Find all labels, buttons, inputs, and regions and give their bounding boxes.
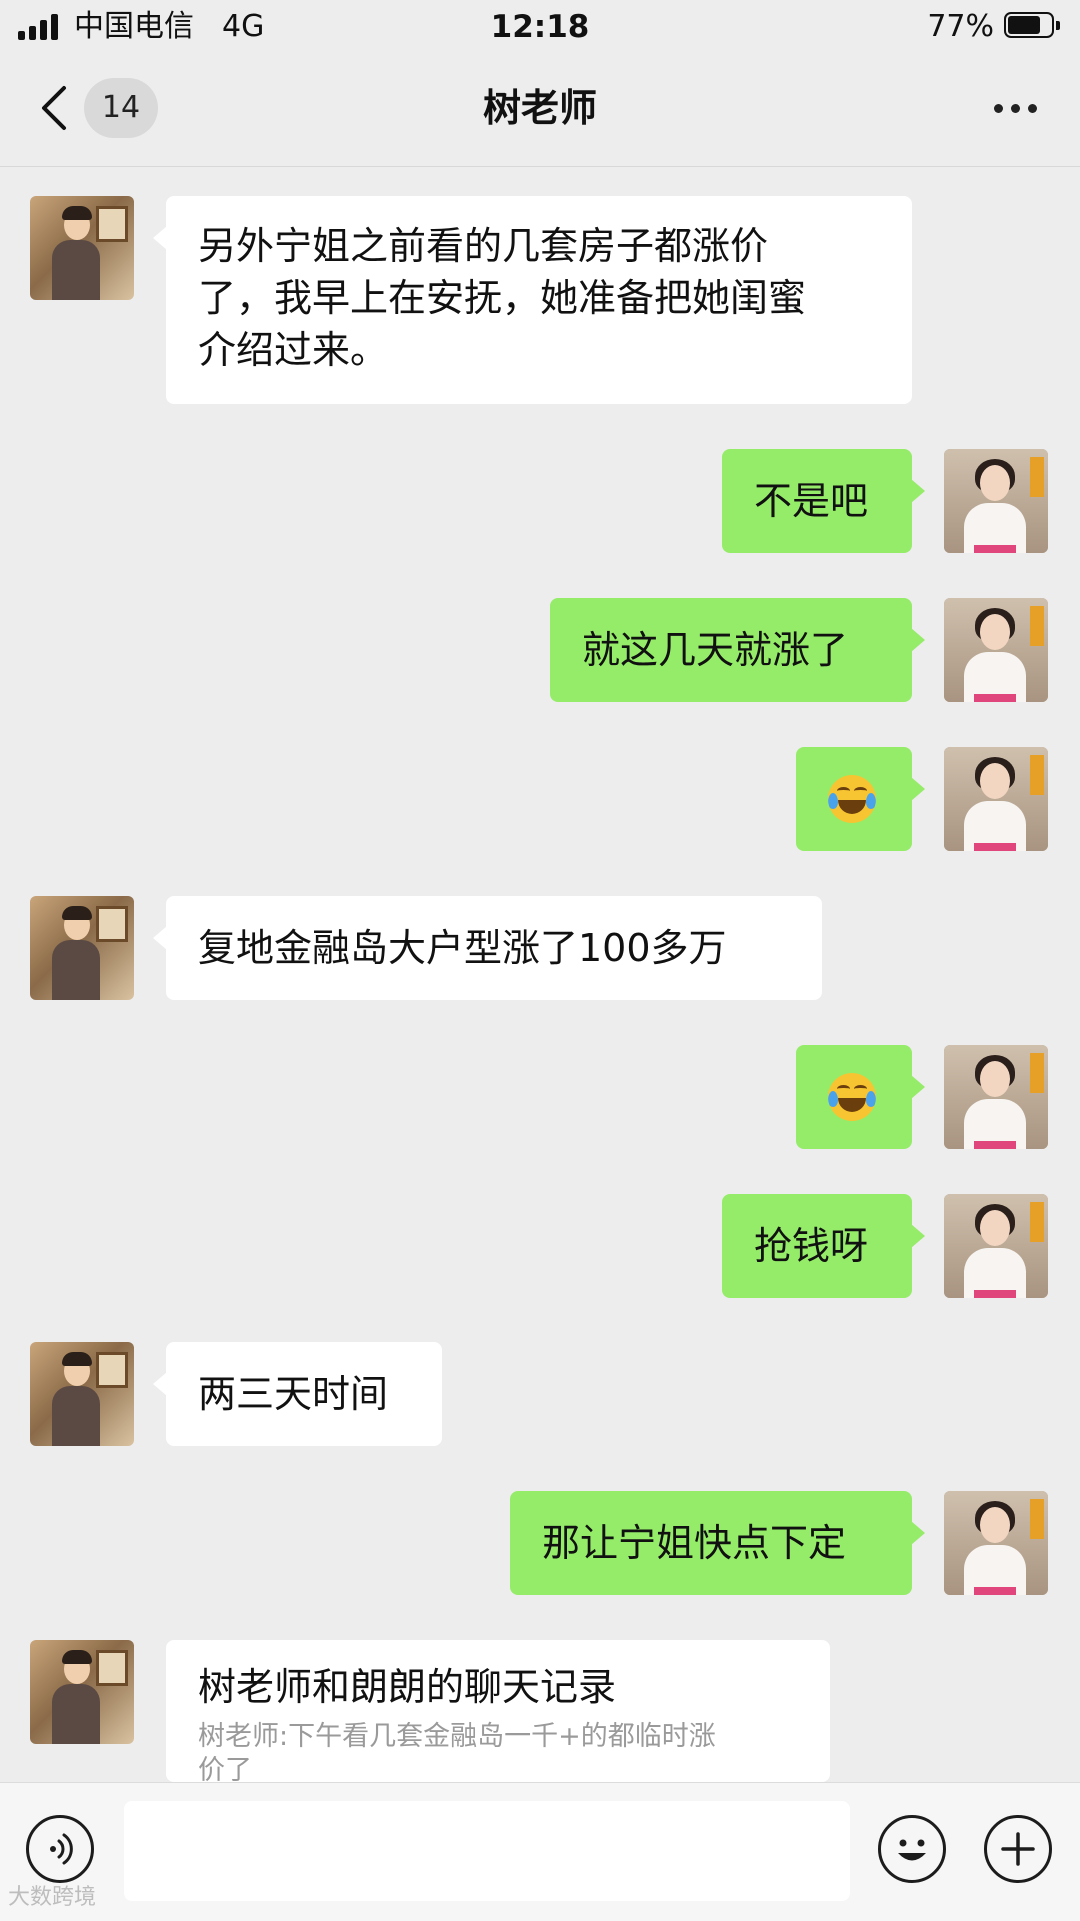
emoji-button[interactable] xyxy=(878,1815,946,1883)
message-bubble-sent-emoji[interactable] xyxy=(796,1045,925,1149)
message-bubble-sent-emoji[interactable] xyxy=(796,747,925,851)
my-avatar[interactable] xyxy=(944,747,1048,851)
status-bar: 中国电信 4G 12:18 77% xyxy=(0,0,1080,54)
voice-icon xyxy=(50,1833,73,1865)
more-functions-button[interactable] xyxy=(984,1815,1052,1883)
chat-record-preview: 树老师:下午看几套金融岛一千+的都临时涨 价了 xyxy=(198,1721,716,1782)
message-bubble-sent[interactable]: 那让宁姐快点下定 xyxy=(510,1491,925,1595)
my-avatar[interactable] xyxy=(944,1491,1048,1595)
battery-percent: 77% xyxy=(927,9,994,44)
chat-title: 树老师 xyxy=(482,86,597,130)
input-bar xyxy=(0,1782,1080,1921)
message-bubble-sent[interactable]: 抢钱呀 xyxy=(722,1194,925,1298)
message-input[interactable] xyxy=(124,1801,850,1901)
watermark: 大数跨境 xyxy=(8,1885,97,1910)
message-bubble-sent[interactable]: 不是吧 xyxy=(722,449,925,553)
battery-icon xyxy=(1004,12,1060,40)
tears-of-joy-emoji-icon xyxy=(828,1073,876,1121)
my-avatar[interactable] xyxy=(944,1045,1048,1149)
plus-icon xyxy=(1001,1832,1035,1866)
message-bubble-received[interactable]: 两三天时间 xyxy=(153,1342,442,1446)
contact-avatar[interactable] xyxy=(30,896,134,1000)
chat-record-title: 树老师和朗朗的聊天记录 xyxy=(198,1665,617,1709)
more-options-icon[interactable] xyxy=(990,92,1042,122)
message-bubble-sent[interactable]: 就这几天就涨了 xyxy=(550,598,925,702)
message-bubble-received[interactable]: 复地金融岛大户型涨了100多万 xyxy=(153,896,822,1000)
contact-avatar[interactable] xyxy=(30,196,134,300)
chat-header: 14 树老师 xyxy=(0,54,1080,167)
contact-avatar[interactable] xyxy=(30,1640,134,1744)
contact-avatar[interactable] xyxy=(30,1342,134,1446)
chat-record-card[interactable]: 树老师和朗朗的聊天记录 树老师:下午看几套金融岛一千+的都临时涨 价了 xyxy=(166,1640,830,1782)
smiley-icon xyxy=(898,1839,926,1861)
status-time: 12:18 xyxy=(490,9,590,45)
my-avatar[interactable] xyxy=(944,598,1048,702)
tears-of-joy-emoji-icon xyxy=(828,775,876,823)
my-avatar[interactable] xyxy=(944,1194,1048,1298)
voice-input-button[interactable] xyxy=(26,1815,94,1883)
my-avatar[interactable] xyxy=(944,449,1048,553)
message-bubble-received[interactable]: 另外宁姐之前看的几套房子都涨价 了，我早上在安抚，她准备把她闺蜜 介绍过来。 xyxy=(153,196,912,404)
